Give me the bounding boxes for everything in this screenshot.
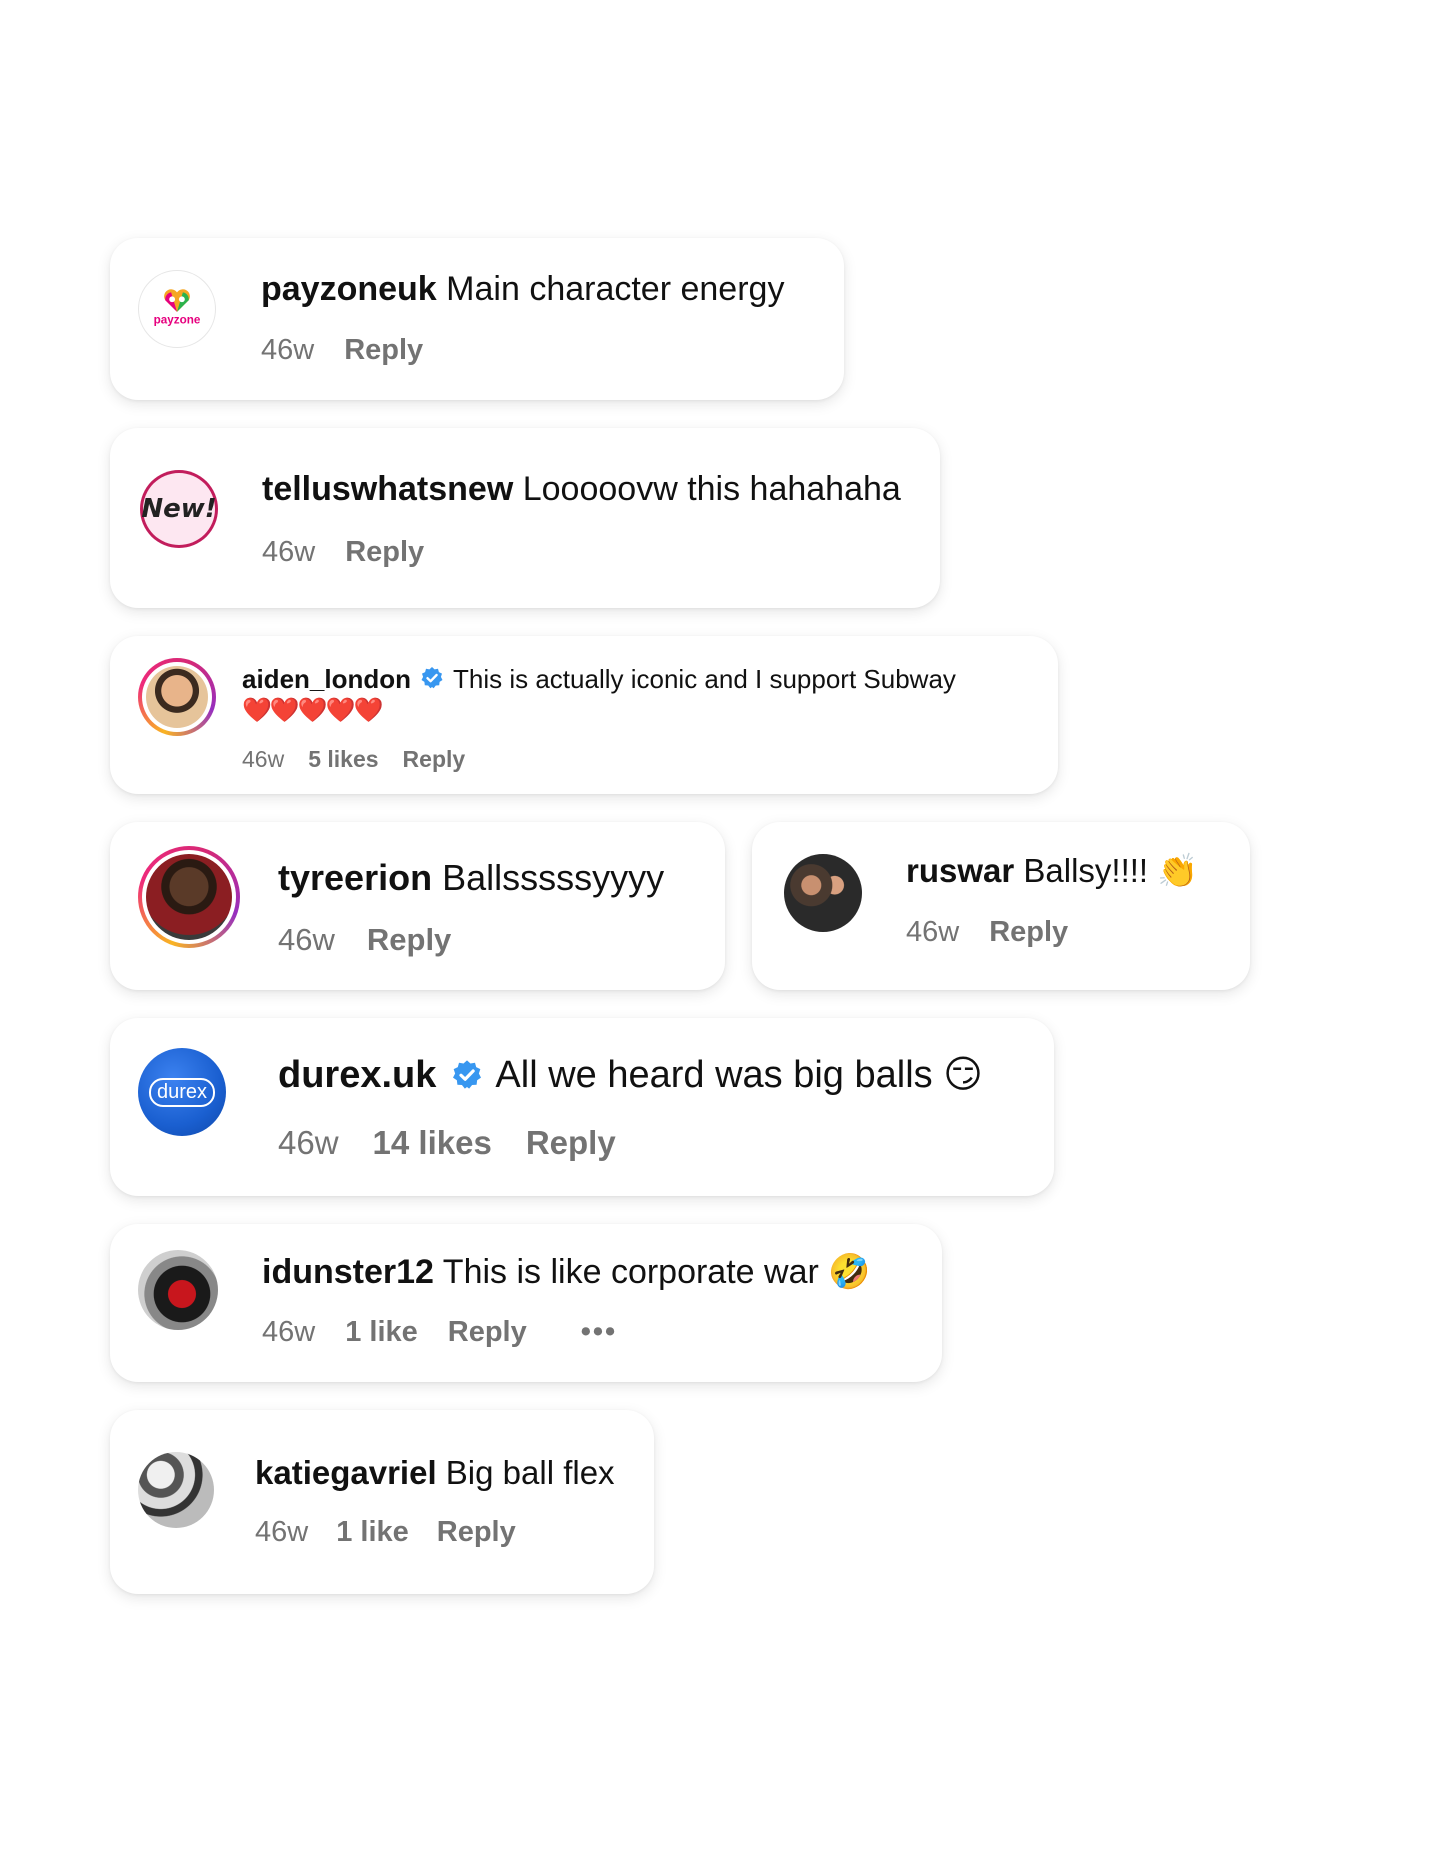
reply-button[interactable]: Reply	[344, 334, 423, 367]
comment-line: payzoneuk Main character energy	[261, 270, 784, 309]
profile-photo	[146, 666, 208, 728]
comment-meta: 46w Reply	[261, 334, 423, 367]
comment-meta: 46w Reply	[262, 536, 424, 569]
username[interactable]: idunster12	[262, 1253, 434, 1291]
comment-text: Ballsy!!!! 👏	[1023, 852, 1199, 889]
timestamp: 46w	[262, 1316, 316, 1348]
comment-line: ruswar Ballsy!!!! 👏	[906, 852, 1198, 891]
durex-logo-icon: durex	[148, 1077, 216, 1107]
more-options-icon[interactable]: •••	[581, 1316, 617, 1349]
comment-text: All we heard was big balls 😏	[495, 1054, 983, 1096]
timestamp: 46w	[255, 1516, 309, 1548]
comment-text: Looooovw this hahahaha	[522, 470, 901, 508]
reply-button[interactable]: Reply	[367, 922, 451, 958]
reply-button[interactable]: Reply	[437, 1516, 516, 1549]
comment-meta: 46w Reply	[278, 922, 451, 958]
reply-button[interactable]: Reply	[403, 746, 466, 773]
comment-text: This is actually iconic and I support Su…	[453, 664, 956, 694]
comment-card: New! telluswhatsnew Looooovw this hahaha…	[110, 428, 940, 608]
profile-photo	[138, 1452, 214, 1528]
comment-text-continued: ❤️❤️❤️❤️❤️	[242, 696, 383, 724]
timestamp: 46w	[278, 922, 335, 957]
comment-line: katiegavriel Big ball flex	[255, 1454, 615, 1492]
likes-count[interactable]: 5 likes	[308, 746, 378, 773]
comment-line: telluswhatsnew Looooovw this hahahaha	[262, 470, 901, 509]
comment-card: aiden_london This is actually iconic and…	[110, 636, 1058, 794]
likes-count[interactable]: 14 likes	[373, 1124, 492, 1162]
reply-button[interactable]: Reply	[448, 1316, 527, 1349]
avatar[interactable]	[138, 1452, 214, 1528]
comment-text: Ballsssssyyyy	[442, 857, 665, 898]
comment-card: katiegavriel Big ball flex 46w 1 like Re…	[110, 1410, 654, 1594]
comment-line: aiden_london This is actually iconic and…	[242, 664, 956, 695]
likes-count[interactable]: 1 like	[336, 1516, 409, 1549]
reply-button[interactable]: Reply	[345, 536, 424, 569]
reply-button[interactable]: Reply	[526, 1124, 616, 1162]
payzone-logo-icon: payzone	[154, 289, 201, 327]
comment-line: idunster12 This is like corporate war 🤣	[262, 1252, 871, 1292]
profile-photo	[146, 854, 232, 940]
comment-meta: 46w 1 like Reply	[255, 1516, 516, 1549]
likes-count[interactable]: 1 like	[345, 1316, 418, 1349]
verified-badge-icon	[421, 667, 443, 689]
comment-card: durex durex.uk All we heard was big ball…	[110, 1018, 1054, 1196]
avatar[interactable]: payzone	[138, 270, 216, 348]
comments-page: payzone payzoneuk Main character energy …	[0, 0, 1433, 1851]
username[interactable]: tyreerion	[278, 857, 432, 898]
timestamp: 46w	[262, 536, 316, 568]
comment-card: idunster12 This is like corporate war 🤣 …	[110, 1224, 942, 1382]
comment-line: durex.uk All we heard was big balls 😏	[278, 1052, 983, 1097]
comment-meta: 46w 1 like Reply •••	[262, 1316, 617, 1349]
timestamp: 46w	[906, 916, 960, 948]
comment-meta: 46w 14 likes Reply	[278, 1124, 616, 1162]
avatar[interactable]	[138, 846, 240, 948]
comment-card: ruswar Ballsy!!!! 👏 46w Reply	[752, 822, 1250, 990]
svg-text:payzone: payzone	[154, 314, 201, 327]
comment-text: Big ball flex	[445, 1454, 615, 1491]
username[interactable]: katiegavriel	[255, 1454, 437, 1491]
avatar[interactable]	[138, 1250, 218, 1330]
username[interactable]: telluswhatsnew	[262, 470, 513, 508]
profile-photo	[784, 854, 862, 932]
profile-photo	[138, 1250, 218, 1330]
timestamp: 46w	[242, 746, 285, 772]
reply-button[interactable]: Reply	[989, 916, 1068, 949]
comment-meta: 46w 5 likes Reply	[242, 746, 465, 773]
comment-card: tyreerion Ballsssssyyyy 46w Reply	[110, 822, 725, 990]
username[interactable]: payzoneuk	[261, 270, 437, 308]
username[interactable]: aiden_london	[242, 664, 411, 694]
avatar[interactable]	[138, 658, 216, 736]
avatar[interactable]: durex	[138, 1048, 226, 1136]
comment-text: Main character energy	[446, 270, 785, 308]
new-logo-icon: New!	[141, 494, 217, 524]
comment-meta: 46w Reply	[906, 916, 1068, 949]
comment-card: payzone payzoneuk Main character energy …	[110, 238, 844, 400]
avatar[interactable]: New!	[140, 470, 218, 548]
timestamp: 46w	[261, 334, 315, 366]
username[interactable]: durex.uk	[278, 1054, 436, 1096]
verified-badge-icon	[452, 1060, 481, 1089]
comment-line: tyreerion Ballsssssyyyy	[278, 857, 664, 899]
username[interactable]: ruswar	[906, 852, 1014, 889]
timestamp: 46w	[278, 1124, 339, 1161]
comment-text: This is like corporate war 🤣	[442, 1253, 871, 1291]
avatar[interactable]	[784, 854, 862, 932]
